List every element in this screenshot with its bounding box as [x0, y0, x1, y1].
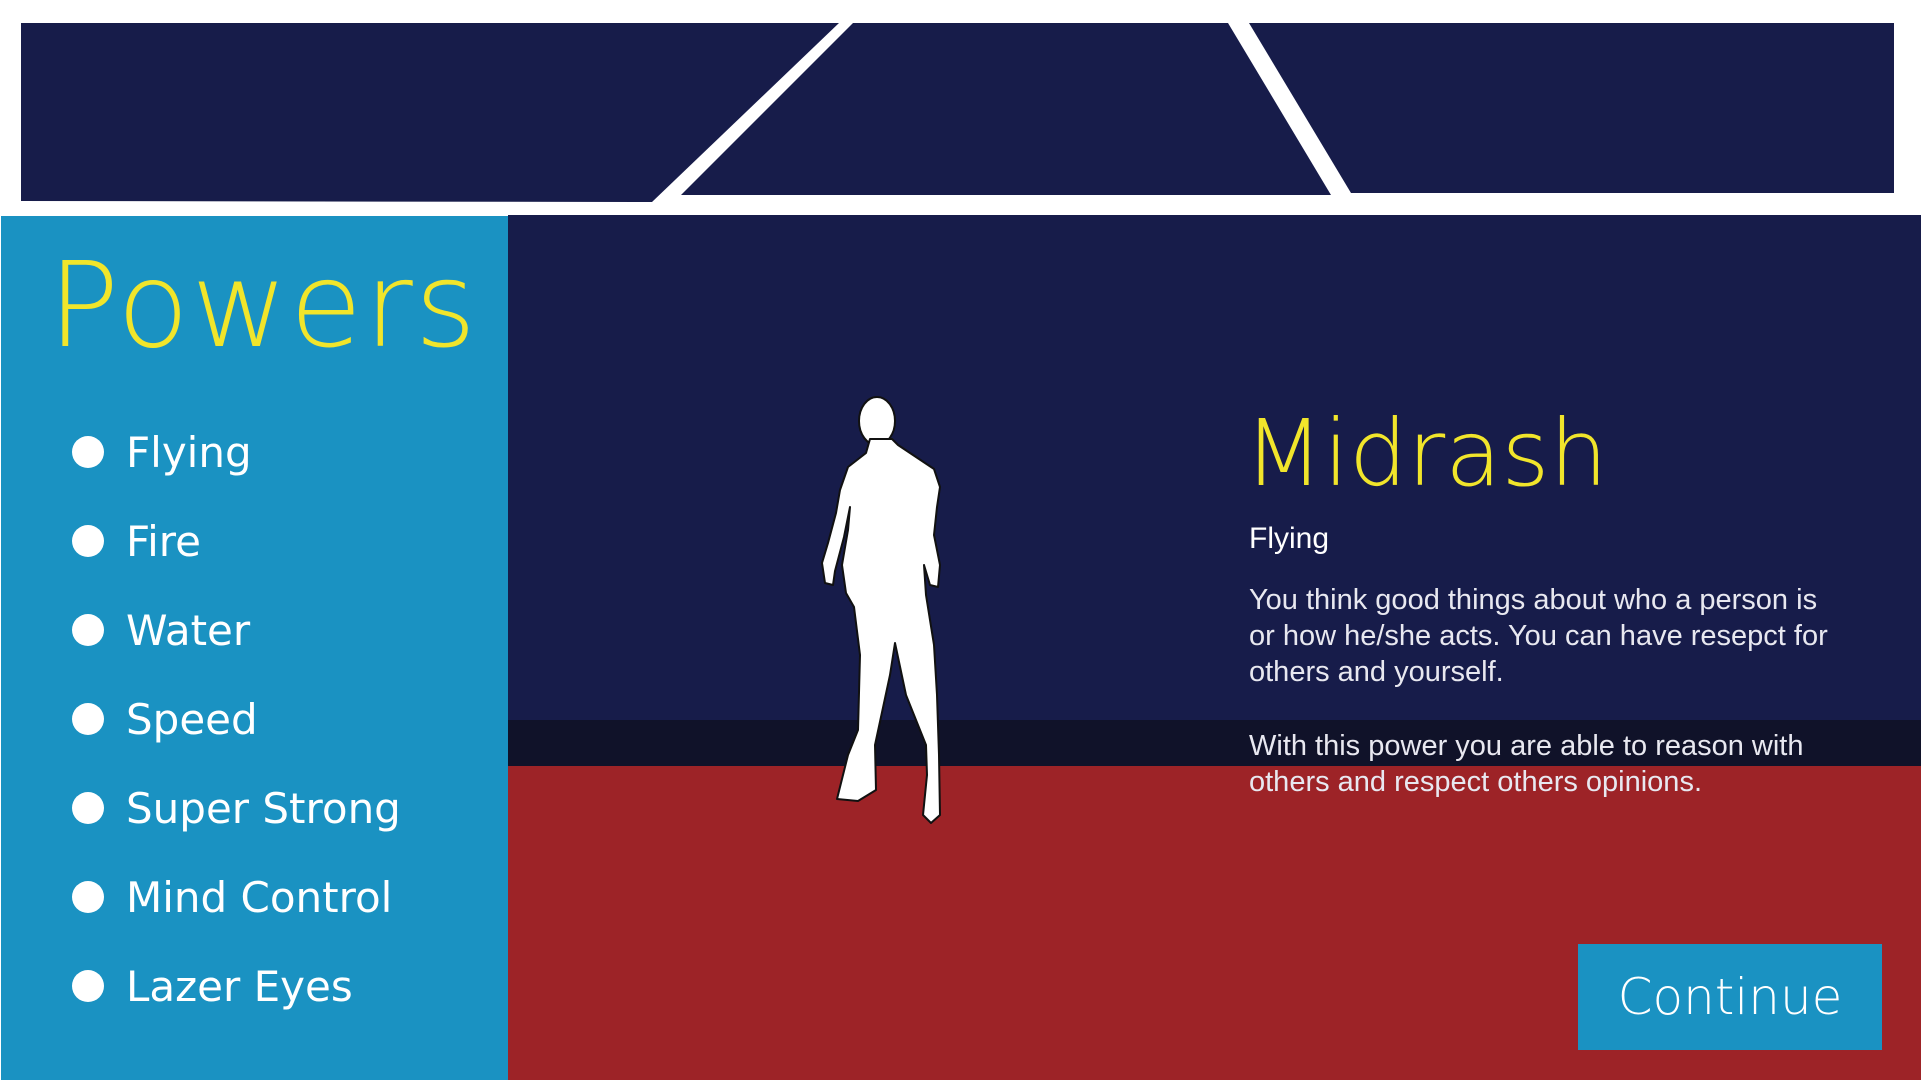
power-option-mind-control[interactable]: Mind Control — [72, 867, 492, 927]
power-option-label: Flying — [126, 427, 252, 477]
power-option-super-strong[interactable]: Super Strong — [72, 778, 492, 838]
radio-dot-icon[interactable] — [72, 436, 104, 468]
power-option-label: Mind Control — [126, 872, 393, 922]
comic-panel-banner — [0, 0, 1921, 215]
power-option-label: Fire — [126, 516, 201, 566]
radio-dot-icon[interactable] — [72, 614, 104, 646]
power-option-label: Speed — [126, 694, 258, 744]
hero-silhouette-figure — [821, 396, 941, 824]
power-option-lazer-eyes[interactable]: Lazer Eyes — [72, 956, 492, 1016]
hero-description-paragraph: With this power you are able to reason w… — [1249, 730, 1804, 798]
radio-dot-icon[interactable] — [72, 970, 104, 1002]
power-option-label: Water — [126, 605, 251, 655]
hero-power-label: Flying — [1249, 522, 1330, 555]
power-option-flying[interactable]: Flying — [72, 422, 492, 482]
power-option-label: Super Strong — [126, 783, 401, 833]
power-option-speed[interactable]: Speed — [72, 689, 492, 749]
power-option-label: Lazer Eyes — [126, 961, 353, 1011]
power-option-water[interactable]: Water — [72, 600, 492, 660]
radio-dot-icon[interactable] — [72, 703, 104, 735]
radio-dot-icon[interactable] — [72, 792, 104, 824]
radio-dot-icon[interactable] — [72, 525, 104, 557]
power-option-fire[interactable]: Fire — [72, 511, 492, 571]
hero-name: Midrash — [1244, 400, 1608, 507]
banner-panel-right — [1249, 23, 1894, 193]
continue-button[interactable]: Continue — [1578, 944, 1882, 1050]
continue-button-label: Continue — [1617, 968, 1843, 1026]
hero-description-paragraph: You think good things about who a person… — [1249, 584, 1828, 688]
powers-title: Powers — [48, 236, 479, 374]
radio-dot-icon[interactable] — [72, 881, 104, 913]
